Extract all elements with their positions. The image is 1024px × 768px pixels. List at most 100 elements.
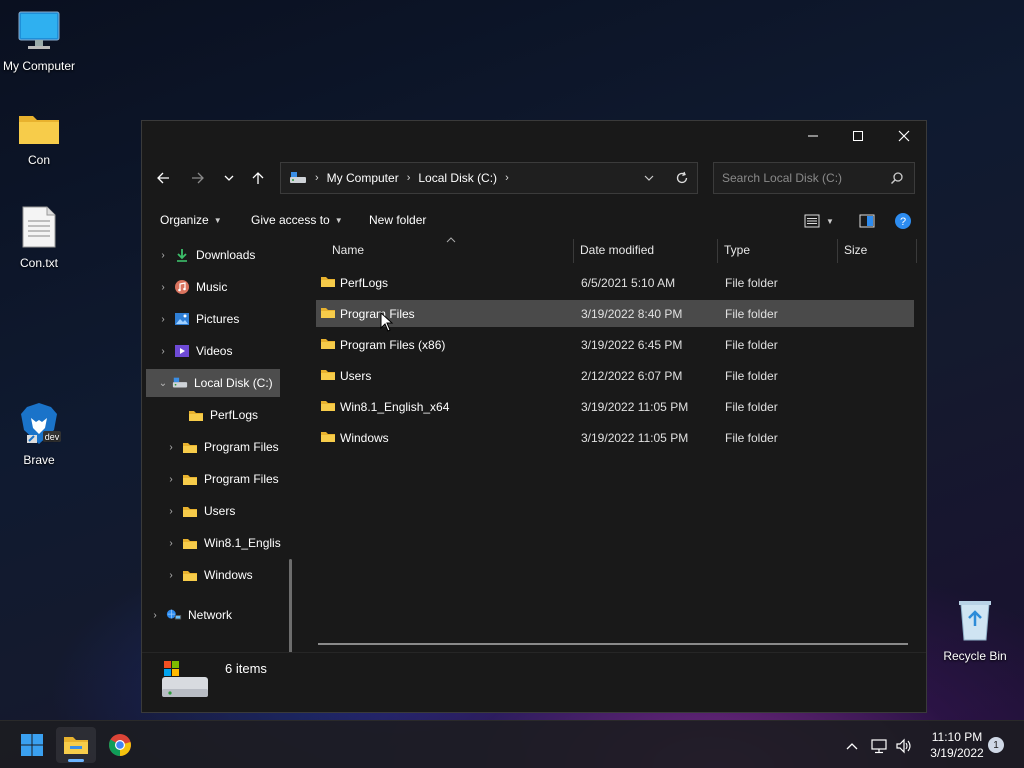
sidebar-item-windows[interactable]: › Windows — [164, 561, 282, 589]
help-button[interactable]: ? — [894, 212, 912, 230]
address-bar[interactable]: › My Computer › Local Disk (C:) › — [280, 162, 698, 194]
preview-pane-button[interactable] — [859, 214, 875, 228]
table-row[interactable]: Program Files 3/19/2022 8:40 PM File fol… — [316, 300, 914, 327]
network-status-icon[interactable] — [870, 738, 888, 754]
file-type: File folder — [725, 368, 778, 383]
chevron-right-icon[interactable]: › — [164, 474, 178, 485]
column-header-type[interactable]: Type — [724, 235, 834, 265]
chevron-up-icon[interactable] — [845, 741, 859, 751]
caret-down-icon: ▼ — [213, 215, 222, 225]
sidebar-item-users[interactable]: › Users — [164, 497, 282, 525]
file-list: Name Date modified Type Size PerfLogs 6/… — [302, 235, 918, 655]
breadcrumb-local-disk[interactable]: Local Disk (C:) — [418, 171, 497, 185]
file-name: Program Files (x86) — [340, 337, 446, 352]
chevron-right-icon[interactable]: › — [164, 538, 178, 549]
table-row[interactable]: Windows 3/19/2022 11:05 PM File folder — [316, 424, 914, 451]
desktop-icon-con-folder[interactable]: Con — [0, 110, 78, 167]
chevron-down-icon[interactable] — [643, 172, 655, 184]
column-divider[interactable] — [916, 239, 917, 263]
active-app-indicator — [68, 759, 84, 762]
up-button[interactable] — [245, 165, 271, 191]
search-input[interactable] — [714, 171, 879, 185]
chevron-right-icon[interactable]: › — [164, 570, 178, 581]
give-access-button[interactable]: Give access to ▼ — [251, 213, 343, 227]
download-icon — [174, 247, 190, 263]
folder-icon — [321, 401, 335, 411]
notification-badge[interactable]: 1 — [988, 737, 1004, 753]
drive-icon — [290, 172, 306, 183]
close-button[interactable] — [881, 121, 927, 151]
column-divider[interactable] — [837, 239, 838, 263]
chevron-right-icon[interactable]: › — [164, 506, 178, 517]
desktop-icon-my-computer[interactable]: My Computer — [0, 10, 78, 73]
folder-icon — [321, 308, 335, 318]
recent-locations-button[interactable] — [216, 165, 242, 191]
new-folder-button[interactable]: New folder — [369, 213, 426, 227]
sidebar-item-perflogs[interactable]: PerfLogs — [172, 401, 282, 429]
desktop-icon-con-txt[interactable]: Con.txt — [0, 205, 78, 270]
chevron-right-icon[interactable]: › — [164, 442, 178, 453]
horizontal-scrollbar[interactable] — [318, 643, 908, 645]
change-view-button[interactable]: ▼ — [804, 214, 834, 228]
sidebar-item-label: Program Files — [204, 440, 279, 454]
desktop-icon-label: Brave — [23, 453, 55, 467]
sidebar-item-downloads[interactable]: › Downloads — [156, 241, 290, 269]
folder-icon — [19, 116, 59, 144]
command-toolbar: Organize ▼ Give access to ▼ New folder ▼… — [142, 207, 926, 235]
column-header-date[interactable]: Date modified — [580, 235, 720, 265]
taskbar-file-explorer[interactable] — [56, 727, 96, 763]
back-button[interactable] — [150, 165, 176, 191]
chevron-right-icon[interactable]: › — [156, 346, 170, 357]
drive-icon — [172, 375, 188, 391]
clock[interactable]: 11:10 PM 3/19/2022 — [920, 729, 994, 761]
file-date: 3/19/2022 6:45 PM — [581, 337, 683, 352]
monitor-icon — [18, 11, 60, 49]
sidebar-item-music[interactable]: › Music — [156, 273, 290, 301]
file-name: Windows — [340, 430, 389, 445]
sidebar-item-label: Pictures — [196, 312, 240, 326]
column-divider[interactable] — [573, 239, 574, 263]
breadcrumb-my-computer[interactable]: My Computer — [327, 171, 399, 185]
chevron-right-icon[interactable]: › — [148, 610, 162, 621]
navigation-pane: › Downloads › Music › Pictures › Videos … — [142, 239, 294, 657]
sidebar-item-pictures[interactable]: › Pictures — [156, 305, 290, 333]
title-bar[interactable] — [142, 121, 926, 151]
folder-icon — [321, 432, 335, 442]
file-explorer-icon — [64, 737, 88, 754]
search-icon[interactable] — [890, 171, 904, 185]
maximize-button[interactable] — [835, 121, 881, 151]
sidebar-item-win81[interactable]: › Win8.1_Englis — [164, 529, 282, 557]
taskbar-chrome[interactable] — [100, 727, 140, 763]
chevron-down-icon[interactable]: ⌄ — [156, 378, 170, 389]
videos-icon — [174, 343, 190, 359]
table-row[interactable]: Program Files (x86) 3/19/2022 6:45 PM Fi… — [316, 331, 914, 358]
sidebar-item-program-files-x86[interactable]: › Program Files — [164, 465, 282, 493]
column-divider[interactable] — [717, 239, 718, 263]
network-icon — [166, 607, 182, 623]
sidebar-item-program-files[interactable]: › Program Files — [164, 433, 282, 461]
column-header-size[interactable]: Size — [844, 235, 914, 265]
sidebar-item-videos[interactable]: › Videos — [156, 337, 290, 365]
organize-button[interactable]: Organize ▼ — [160, 213, 222, 227]
desktop-icon-recycle-bin[interactable]: Recycle Bin — [936, 598, 1014, 663]
sidebar-item-network[interactable]: › Network — [148, 601, 282, 629]
forward-button[interactable] — [185, 165, 211, 191]
sidebar-item-label: PerfLogs — [210, 408, 259, 422]
volume-icon[interactable] — [895, 738, 913, 754]
chevron-right-icon[interactable]: › — [156, 250, 170, 261]
table-row[interactable]: Users 2/12/2022 6:07 PM File folder — [316, 362, 914, 389]
refresh-icon[interactable] — [675, 171, 689, 185]
chevron-right-icon[interactable]: › — [156, 282, 170, 293]
search-box[interactable] — [713, 162, 915, 194]
sidebar-scrollbar[interactable] — [289, 559, 292, 657]
file-date: 3/19/2022 11:05 PM — [581, 430, 689, 445]
desktop-icon-brave[interactable]: dev Brave — [0, 400, 78, 467]
table-row[interactable]: Win8.1_English_x64 3/19/2022 11:05 PM Fi… — [316, 393, 914, 420]
sidebar-item-local-disk[interactable]: ⌄ Local Disk (C:) — [146, 369, 280, 397]
minimize-button[interactable] — [790, 121, 836, 151]
start-button[interactable] — [12, 727, 52, 763]
sort-ascending-icon — [446, 237, 456, 243]
chevron-right-icon[interactable]: › — [156, 314, 170, 325]
music-icon — [174, 279, 190, 295]
table-row[interactable]: PerfLogs 6/5/2021 5:10 AM File folder — [316, 269, 914, 296]
